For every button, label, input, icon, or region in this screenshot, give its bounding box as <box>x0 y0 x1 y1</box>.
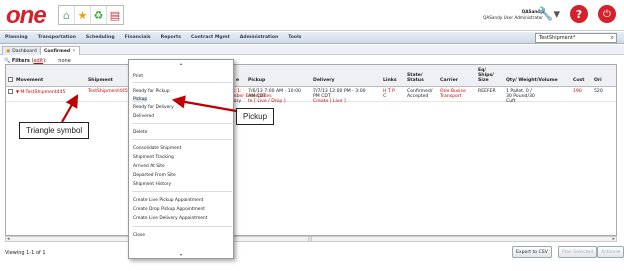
triangle-arrow <box>61 94 79 123</box>
annotation-arrows <box>61 94 243 123</box>
triangle-symbol-callout: Triangle symbol <box>19 122 90 139</box>
pickup-callout: Pickup <box>236 108 275 125</box>
pickup-arrow <box>171 95 243 114</box>
